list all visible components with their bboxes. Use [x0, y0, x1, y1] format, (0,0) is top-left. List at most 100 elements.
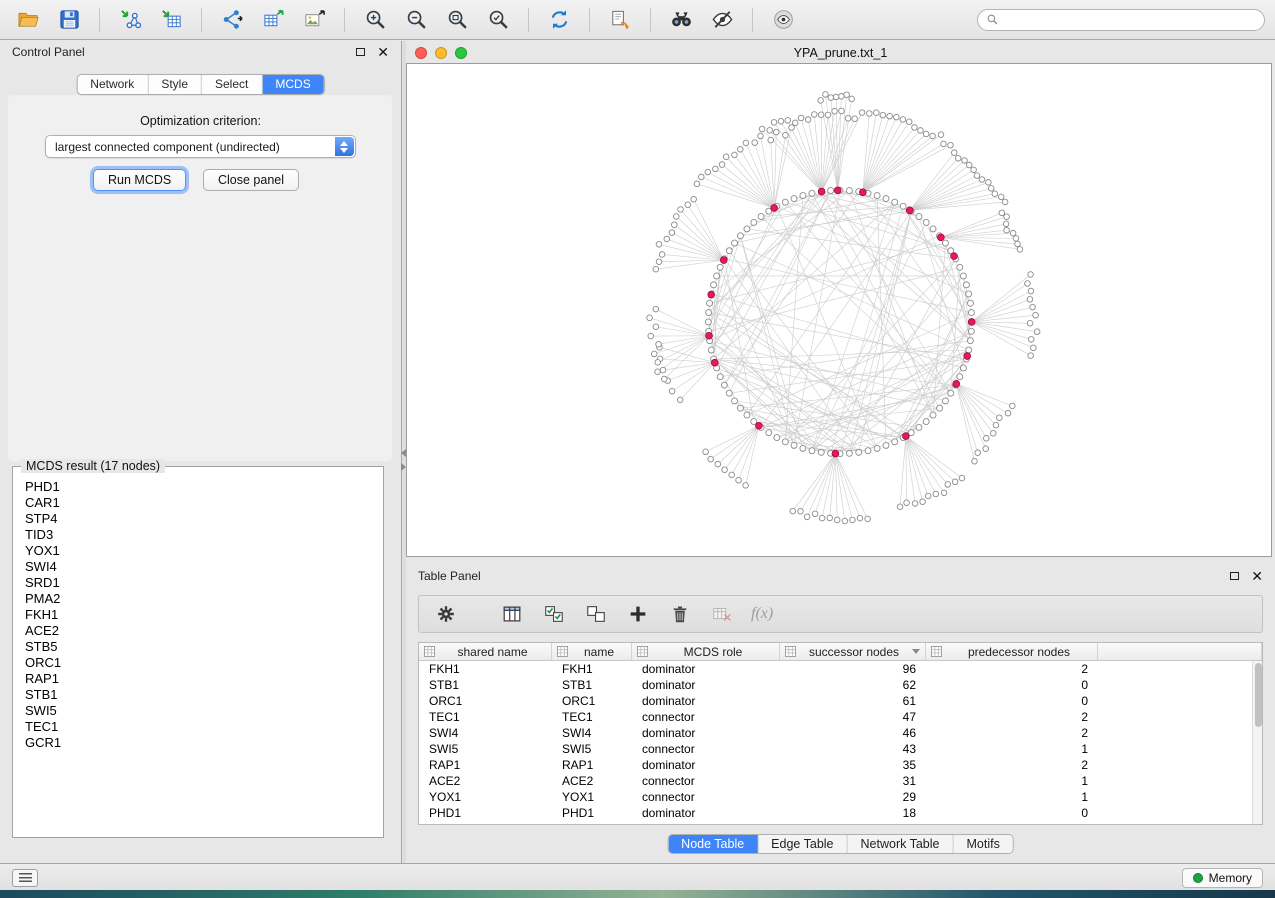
close-window-button[interactable] — [415, 47, 427, 59]
mcds-result-item[interactable]: CAR1 — [15, 495, 381, 511]
zoom-in-button[interactable] — [357, 5, 393, 35]
fx-button[interactable]: f(x) — [751, 605, 773, 623]
minimize-window-button[interactable] — [435, 47, 447, 59]
network-graph[interactable] — [407, 64, 1271, 556]
cell-mcds-role: connector — [632, 789, 780, 805]
tab-mcds[interactable]: MCDS — [262, 75, 323, 94]
memory-button[interactable]: Memory — [1182, 868, 1263, 888]
column-header-shared-name[interactable]: shared name — [419, 643, 552, 660]
column-header-predecessor-nodes[interactable]: predecessor nodes — [926, 643, 1098, 660]
table-tab-network-table[interactable]: Network Table — [848, 835, 954, 853]
select-all-button[interactable] — [541, 601, 567, 627]
search-input[interactable] — [1005, 13, 1256, 27]
mcds-result-item[interactable]: FKH1 — [15, 607, 381, 623]
mcds-result-item[interactable]: ORC1 — [15, 655, 381, 671]
import-network-button[interactable] — [112, 5, 148, 35]
table-scrollbar[interactable] — [1252, 661, 1262, 824]
column-header-name[interactable]: name — [552, 643, 632, 660]
mcds-result-item[interactable]: SRD1 — [15, 575, 381, 591]
run-mcds-button[interactable]: Run MCDS — [93, 169, 186, 191]
cell-predecessor-nodes: 1 — [926, 789, 1098, 805]
tab-select[interactable]: Select — [202, 75, 262, 94]
table-row[interactable]: SWI5SWI5connector431 — [419, 741, 1252, 757]
optimization-label: Optimization criterion: — [0, 114, 401, 128]
mcds-result-item[interactable]: RAP1 — [15, 671, 381, 687]
hide-graphics-details-button[interactable] — [704, 5, 740, 35]
table-tab-motifs[interactable]: Motifs — [953, 835, 1012, 853]
zoom-selected-button[interactable] — [480, 5, 516, 35]
mcds-result-item[interactable]: TID3 — [15, 527, 381, 543]
toolbar-separator — [99, 8, 100, 32]
delete-button[interactable] — [667, 601, 693, 627]
delete-disabled-button[interactable] — [709, 601, 735, 627]
desktop-background — [0, 890, 1275, 898]
export-image-button[interactable] — [296, 5, 332, 35]
table-row[interactable]: FKH1FKH1dominator962 — [419, 661, 1252, 677]
mcds-result-item[interactable]: ACE2 — [15, 623, 381, 639]
zoom-fit-button[interactable] — [439, 5, 475, 35]
table-row[interactable]: SWI4SWI4dominator462 — [419, 725, 1252, 741]
control-panel: Control Panel ✕ NetworkStyleSelectMCDS O… — [0, 41, 402, 863]
refresh-button[interactable] — [541, 5, 577, 35]
mcds-result-item[interactable]: SWI5 — [15, 703, 381, 719]
mcds-result-item[interactable]: PMA2 — [15, 591, 381, 607]
float-table-panel-icon[interactable] — [1230, 572, 1239, 580]
duplicate-network-button[interactable] — [602, 5, 638, 35]
mcds-result-item[interactable]: STP4 — [15, 511, 381, 527]
table-tab-edge-table[interactable]: Edge Table — [758, 835, 847, 853]
deselect-all-button[interactable] — [583, 601, 609, 627]
table-row[interactable]: ORC1ORC1dominator610 — [419, 693, 1252, 709]
tab-network[interactable]: Network — [77, 75, 148, 94]
column-menu-icon[interactable] — [912, 649, 920, 654]
tab-style[interactable]: Style — [148, 75, 202, 94]
network-titlebar[interactable]: YPA_prune.txt_1 — [406, 45, 1275, 63]
mcds-result-item[interactable]: PHD1 — [15, 479, 381, 495]
show-graphics-details-button[interactable] — [765, 5, 801, 35]
network-title: YPA_prune.txt_1 — [406, 45, 1275, 61]
close-mcds-panel-button[interactable]: Close panel — [203, 169, 299, 191]
panel-selector-button[interactable] — [12, 869, 38, 887]
import-table-button[interactable] — [153, 5, 189, 35]
open-button[interactable] — [10, 5, 46, 35]
cell-mcds-role: dominator — [632, 677, 780, 693]
toolbar-separator — [752, 8, 753, 32]
mcds-result-item[interactable]: GCR1 — [15, 735, 381, 751]
table-row[interactable]: RAP1RAP1dominator352 — [419, 757, 1252, 773]
close-panel-icon[interactable]: ✕ — [377, 45, 389, 59]
find-button[interactable] — [663, 5, 699, 35]
table-row[interactable]: ACE2ACE2connector311 — [419, 773, 1252, 789]
column-header-mcds-role[interactable]: MCDS role — [632, 643, 780, 660]
column-header-successor-nodes[interactable]: successor nodes — [780, 643, 926, 660]
mcds-result-item[interactable]: STB5 — [15, 639, 381, 655]
cell-name: PHD1 — [552, 805, 632, 821]
mcds-result-list[interactable]: PHD1CAR1STP4TID3YOX1SWI4SRD1PMA2FKH1ACE2… — [15, 479, 381, 835]
settings-button[interactable] — [433, 601, 459, 627]
close-table-panel-icon[interactable]: ✕ — [1251, 569, 1263, 583]
mcds-result-item[interactable]: TEC1 — [15, 719, 381, 735]
cell-successor-nodes: 35 — [780, 757, 926, 773]
mcds-result-item[interactable]: STB1 — [15, 687, 381, 703]
add-button[interactable] — [625, 601, 651, 627]
export-network-button[interactable] — [214, 5, 250, 35]
list-icon — [19, 873, 32, 883]
search-box[interactable] — [977, 9, 1265, 31]
table-row[interactable]: PHD1PHD1dominator180 — [419, 805, 1252, 821]
table-panel-header: Table Panel ✕ — [406, 565, 1275, 587]
scrollbar-thumb[interactable] — [1255, 663, 1262, 727]
table-row[interactable]: STB1STB1dominator620 — [419, 677, 1252, 693]
export-table-button[interactable] — [255, 5, 291, 35]
main-toolbar — [0, 0, 1275, 40]
table-tab-node-table[interactable]: Node Table — [668, 835, 758, 853]
table-row[interactable]: TEC1TEC1connector472 — [419, 709, 1252, 725]
save-button[interactable] — [51, 5, 87, 35]
table-row[interactable]: YOX1YOX1connector291 — [419, 789, 1252, 805]
zoom-out-button[interactable] — [398, 5, 434, 35]
zoom-window-button[interactable] — [455, 47, 467, 59]
select-arrows-icon — [335, 137, 354, 156]
criterion-select[interactable]: largest connected component (undirected) — [45, 135, 356, 158]
float-panel-icon[interactable] — [356, 48, 365, 56]
mcds-result-item[interactable]: SWI4 — [15, 559, 381, 575]
column-layout-button[interactable] — [499, 601, 525, 627]
mcds-result-item[interactable]: YOX1 — [15, 543, 381, 559]
network-canvas[interactable] — [406, 63, 1272, 557]
